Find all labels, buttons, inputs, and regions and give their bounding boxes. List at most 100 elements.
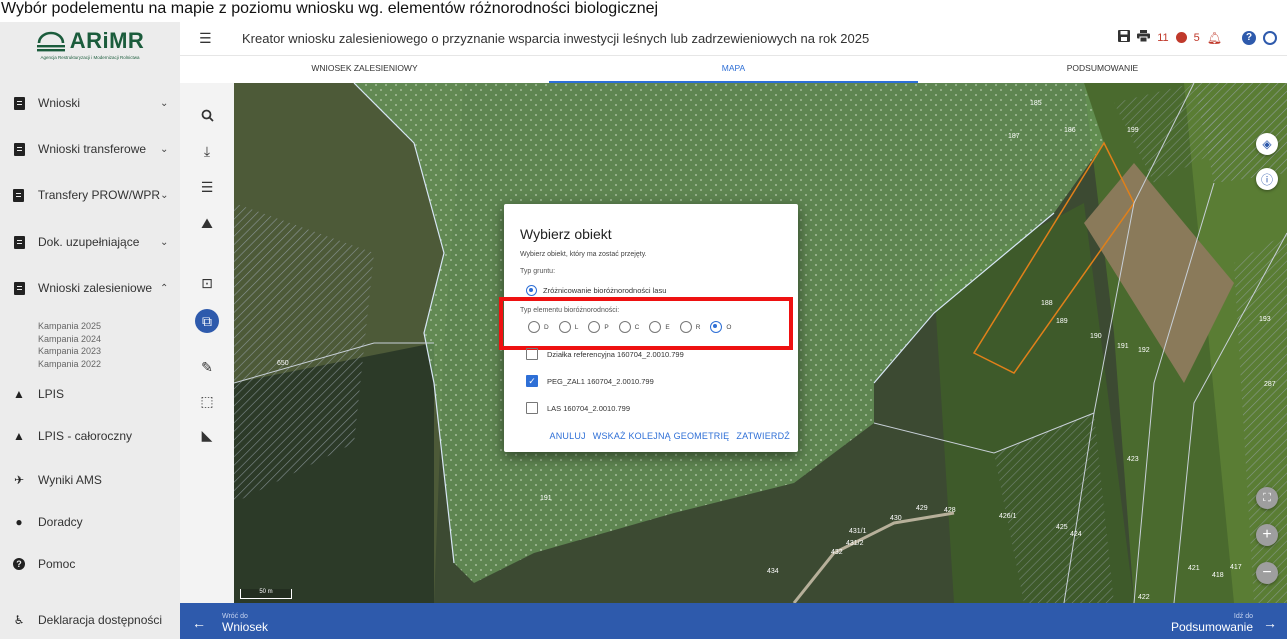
clipboard-icon (12, 142, 26, 156)
info-icon[interactable]: ⓘ (1256, 168, 1278, 190)
parcel-label: 423 (1127, 456, 1139, 463)
parcel-label: 191 (1117, 343, 1129, 350)
radio-c[interactable] (618, 321, 631, 333)
radio-l[interactable] (558, 321, 571, 333)
zoom-in-icon[interactable]: + (1256, 524, 1278, 546)
tab-podsumowanie[interactable]: PODSUMOWANIE (918, 57, 1287, 83)
bio-option-o[interactable]: O (710, 321, 731, 333)
bio-option-e[interactable]: E (649, 321, 670, 333)
bio-option-r[interactable]: R (679, 321, 700, 333)
confirm-button[interactable]: ZATWIERDŹ (736, 431, 790, 441)
parcel-label: 431/2 (846, 540, 864, 547)
bio-option-l[interactable]: L (558, 321, 578, 333)
select-object-dialog: Wybierz obiekt Wybierz obiekt, który ma … (499, 204, 798, 452)
ground-type-label: Typ gruntu: (520, 268, 556, 275)
parcel-label: 428 (944, 507, 956, 514)
logo[interactable]: ARiMR Agencja Restrukturyzacji i Moderni… (0, 22, 180, 66)
next-nav-button[interactable]: Idź do Podsumowanie → (1171, 612, 1277, 634)
bottom-nav-bar: ← Wróć do Wniosek Idź do Podsumowanie → (180, 603, 1287, 639)
sidebar-item-lpis[interactable]: ▲ LPIS (0, 381, 180, 407)
ground-type-option[interactable]: Zróżnicowanie bioróżnorodności lasu (526, 285, 666, 296)
top-bar: ☰ Kreator wniosku zalesieniowego o przyz… (180, 22, 1287, 56)
parcel-label: 190 (1090, 333, 1102, 340)
parcel-label: 189 (1056, 318, 1068, 325)
sidebar-item-wyniki-ams[interactable]: ✈ Wyniki AMS (0, 467, 180, 493)
parcel-label: 185 (1030, 100, 1042, 107)
save-icon[interactable] (1118, 30, 1131, 45)
bio-option-p[interactable]: P (588, 321, 609, 333)
error-count: 11 (1157, 31, 1169, 44)
error-icon[interactable] (1175, 32, 1187, 43)
logo-text: ARiMR (69, 28, 145, 53)
parcel-label: 430 (890, 515, 902, 522)
sidebar-item-wnioski-zalesieniowe[interactable]: Wnioski zalesieniowe ⌃ (0, 275, 180, 301)
bio-type-options: D L P C E R O (528, 321, 741, 333)
checkbox-las[interactable] (526, 402, 538, 414)
chevron-down-icon: ⌄ (160, 189, 169, 201)
dialog-actions: ANULUJ WSKAŻ KOLEJNĄ GEOMETRIĘ ZATWIERDŹ (550, 431, 790, 441)
radio-e[interactable] (649, 321, 662, 333)
sidebar-item-lpis-caloroczny[interactable]: ▲ LPIS - całoroczny (0, 423, 180, 449)
parcel-label: 199 (1127, 127, 1139, 134)
account-icon[interactable] (1263, 30, 1277, 45)
sidebar-item-wnioski[interactable]: Wnioski ⌄ (0, 90, 180, 116)
select-area-icon[interactable]: ⊡ (194, 270, 220, 296)
sidebar-item-wnioski-transferowe[interactable]: Wnioski transferowe ⌄ (0, 136, 180, 162)
layers-stack-icon[interactable]: ⛰ (194, 210, 220, 236)
checkbox-peg-zal1[interactable]: ✓ (526, 375, 538, 387)
sidebar-item-deklaracja-dostepnosci[interactable]: ♿ Deklaracja dostępności (0, 607, 180, 633)
bio-option-c[interactable]: C (618, 321, 639, 333)
help-icon[interactable]: ? (1242, 30, 1256, 45)
checkbox-dzialka[interactable] (526, 348, 538, 360)
parcel-label: 434 (767, 568, 779, 575)
bio-option-d[interactable]: D (528, 321, 549, 333)
parcel-label: 421 (1188, 565, 1200, 572)
checkbox-row-las[interactable]: LAS 160704_2.0010.799 (526, 402, 630, 414)
parcel-label: 422 (1138, 594, 1150, 601)
sidebar-item-doradcy[interactable]: ● Doradcy (0, 509, 180, 535)
clipboard-icon (12, 188, 26, 202)
print-icon[interactable] (1137, 30, 1151, 45)
map-scale: 50 m (240, 589, 292, 599)
radio-d[interactable] (528, 321, 540, 333)
sidebar-item-pomoc[interactable]: ? Pomoc (0, 551, 180, 577)
list-icon[interactable]: ☰ (194, 174, 220, 200)
parcel-label: 186 (1064, 127, 1076, 134)
measure-icon[interactable]: ◣ (194, 422, 220, 448)
checkbox-row-dzialka[interactable]: Działka referencyjna 160704_2.0010.799 (526, 348, 684, 360)
logo-mark-icon (36, 30, 66, 52)
pencil-icon[interactable]: ✎ (194, 354, 220, 380)
user-icon: ● (15, 515, 23, 529)
next-geometry-button[interactable]: WSKAŻ KOLEJNĄ GEOMETRIĘ (593, 431, 730, 441)
fullscreen-icon[interactable]: ⛶ (1256, 487, 1278, 509)
copy-geometry-icon[interactable]: ⧉ (195, 309, 219, 333)
sub-item-kampania-2022[interactable]: Kampania 2022 (38, 358, 101, 371)
sub-item-kampania-2023[interactable]: Kampania 2023 (38, 345, 101, 358)
back-nav-button[interactable]: ← Wróć do Wniosek (192, 612, 268, 634)
parcel-label: 426/1 (999, 513, 1017, 520)
download-icon[interactable]: ⤓ (194, 138, 220, 164)
radio-r[interactable] (679, 321, 692, 333)
layers-icon[interactable]: ◈ (1256, 133, 1278, 155)
search-icon[interactable] (194, 102, 220, 128)
page-caption: Wybór podelementu na mapie z poziomu wni… (0, 0, 1287, 22)
chevron-down-icon: ⌄ (160, 97, 169, 109)
tab-wniosek-zalesieniowy[interactable]: WNIOSEK ZALESIENIOWY (180, 57, 549, 83)
sidebar-item-transfery[interactable]: Transfery PROW/WPR ⌄ (0, 182, 180, 208)
bio-type-label: Typ elementu bioróżnorodności: (520, 307, 620, 314)
radio-p[interactable] (588, 321, 601, 333)
radio-ground-type[interactable] (526, 285, 537, 296)
parcel-label: 191 (540, 495, 552, 502)
cancel-button[interactable]: ANULUJ (550, 431, 586, 441)
sub-item-kampania-2024[interactable]: Kampania 2024 (38, 333, 101, 346)
bell-icon[interactable]: 🔔︎ (1207, 31, 1222, 45)
sidebar-item-dok-uzupelniajace[interactable]: Dok. uzupełniające ⌄ (0, 229, 180, 255)
menu-icon[interactable]: ☰ (199, 30, 219, 47)
sub-item-kampania-2025[interactable]: Kampania 2025 (38, 320, 101, 333)
zoom-out-icon[interactable]: − (1256, 562, 1278, 584)
rectangle-select-icon[interactable]: ⬚ (194, 388, 220, 414)
tab-mapa[interactable]: MAPA (549, 57, 918, 83)
checkbox-row-peg-zal1[interactable]: ✓ PEG_ZAL1 160704_2.0010.799 (526, 375, 654, 387)
radio-o[interactable] (710, 321, 723, 333)
parcel-label: 417 (1230, 564, 1242, 571)
